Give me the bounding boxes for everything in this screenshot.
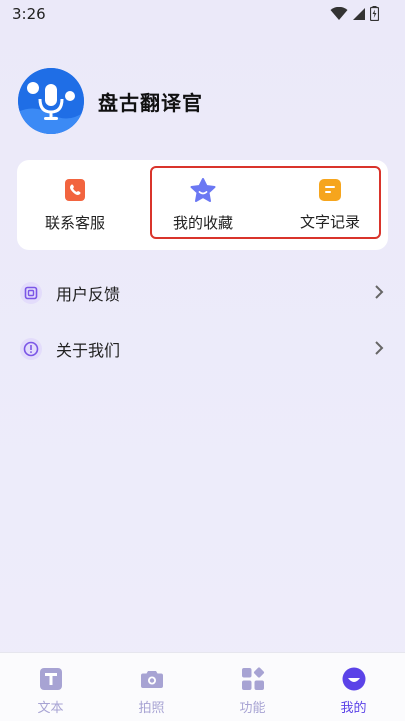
feedback-icon (20, 282, 42, 304)
my-favorites-label: 我的收藏 (172, 213, 233, 232)
menu-item-feedback[interactable]: 用户反馈 (20, 275, 390, 311)
battery-icon (370, 6, 379, 21)
tab-functions[interactable]: 功能 (202, 653, 303, 721)
app-name: 盘古翻译官 (98, 90, 203, 115)
signal-icon (353, 7, 365, 20)
status-bar: 3:26 (0, 0, 405, 28)
tab-text[interactable]: 文本 (0, 653, 101, 721)
camera-icon (140, 671, 163, 688)
note-icon (319, 178, 341, 201)
chevron-right-icon (375, 341, 384, 355)
tab-mine-label: 我的 (340, 701, 367, 716)
profile-smile-icon (342, 667, 365, 691)
contact-book-icon (65, 178, 85, 201)
tab-mine[interactable]: 我的 (303, 653, 404, 721)
my-favorites-button[interactable]: 我的收藏 (150, 160, 256, 250)
menu-item-label: 关于我们 (56, 341, 121, 360)
tab-text-label: 文本 (37, 701, 64, 716)
wifi-icon (330, 6, 348, 20)
menu-item-label: 用户反馈 (56, 285, 121, 304)
info-icon (20, 338, 42, 360)
app-logo-avatar (18, 68, 84, 134)
tab-camera-label: 拍照 (138, 701, 165, 716)
profile-header: 盘古翻译官 (18, 68, 203, 134)
status-time: 3:26 (12, 5, 46, 23)
tab-camera[interactable]: 拍照 (101, 653, 202, 721)
microphone-logo-icon (18, 68, 84, 134)
chevron-right-icon (375, 285, 384, 299)
text-t-icon (39, 668, 62, 690)
contact-service-label: 联系客服 (44, 213, 105, 232)
grid-apps-icon (241, 667, 264, 690)
tab-functions-label: 功能 (239, 701, 266, 716)
text-record-label: 文字记录 (299, 212, 360, 231)
contact-service-button[interactable]: 联系客服 (17, 160, 133, 250)
text-record-button[interactable]: 文字记录 (275, 160, 385, 250)
bottom-tab-bar: 文本 拍照 功能 我的 (0, 652, 405, 721)
menu-item-about[interactable]: 关于我们 (20, 331, 390, 367)
star-icon (190, 177, 216, 202)
status-icons (330, 6, 379, 21)
